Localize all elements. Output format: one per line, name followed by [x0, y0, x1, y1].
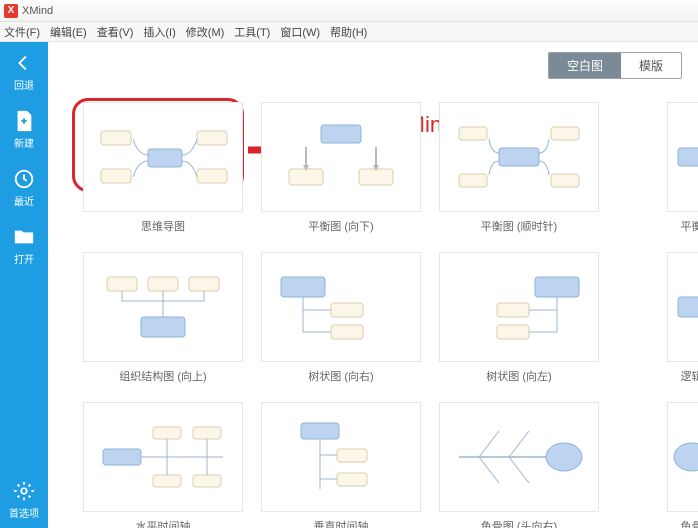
tree-left-icon: [449, 267, 589, 347]
template-label: 鱼骨图 (头向右): [481, 518, 557, 528]
sidebar-back-label: 回退: [14, 77, 34, 92]
template-cell-tree-right[interactable]: 树状图 (向右): [256, 252, 426, 402]
template-grid: 思维导图 平衡图 (向下): [78, 102, 698, 528]
template-label: 平衡图 (向下): [308, 218, 373, 234]
template-cell-htimeline[interactable]: 水平时间轴: [78, 402, 248, 528]
template-thumb: [667, 102, 698, 212]
template-label: 逻辑图: [681, 368, 698, 384]
sidebar-open-label: 打开: [14, 251, 34, 266]
template-thumb: [439, 102, 599, 212]
menu-help[interactable]: 帮助(H): [330, 24, 367, 40]
menu-window[interactable]: 窗口(W): [280, 24, 320, 40]
template-thumb: [261, 252, 421, 362]
balance-cw-icon: [449, 117, 589, 197]
sidebar: 回退 新建 最近 打开 首选项: [0, 42, 48, 528]
menu-bar: 文件(F) 编辑(E) 查看(V) 插入(I) 修改(M) 工具(T) 窗口(W…: [0, 22, 698, 42]
template-thumb: [261, 102, 421, 212]
menu-tools[interactable]: 工具(T): [234, 24, 270, 40]
balance-down-icon: [271, 117, 411, 197]
template-thumb: [83, 402, 243, 512]
template-label: 平衡图 (顺时针): [481, 218, 557, 234]
arrow-left-icon: [13, 52, 35, 74]
app-logo-icon: X: [4, 4, 18, 18]
template-thumb: [261, 402, 421, 512]
template-cell-tree-left[interactable]: 树状图 (向左): [434, 252, 604, 402]
tab-blank[interactable]: 空白图: [549, 53, 621, 78]
fishbone-icon: [672, 417, 698, 497]
sidebar-settings-label: 首选项: [9, 505, 39, 520]
template-cell-balance-down[interactable]: 平衡图 (向下): [256, 102, 426, 252]
template-label: 组织结构图 (向上): [119, 368, 206, 384]
sidebar-new-label: 新建: [14, 135, 34, 150]
template-thumb: [83, 252, 243, 362]
gear-icon: [13, 480, 35, 502]
balance-icon: [672, 117, 698, 197]
tab-template[interactable]: 模版: [621, 53, 681, 78]
template-cell-fishbone[interactable]: 鱼骨图: [612, 402, 698, 528]
template-label: 水平时间轴: [136, 518, 191, 528]
sidebar-open[interactable]: 打开: [13, 226, 35, 266]
template-label: 树状图 (向左): [486, 368, 551, 384]
main-panel: 空白图 模版 导出成XMind 2008工作 簿: [48, 42, 698, 528]
menu-view[interactable]: 查看(V): [97, 24, 134, 40]
template-label: 平衡图: [681, 218, 698, 234]
menu-insert[interactable]: 插入(I): [143, 24, 175, 40]
template-label: 垂直时间轴: [314, 518, 369, 528]
template-cell-vtimeline[interactable]: 垂直时间轴: [256, 402, 426, 528]
template-thumb: [439, 252, 599, 362]
sidebar-back[interactable]: 回退: [13, 52, 35, 92]
orgchart-up-icon: [93, 267, 233, 347]
template-cell-org-up[interactable]: 组织结构图 (向上): [78, 252, 248, 402]
menu-modify[interactable]: 修改(M): [186, 24, 225, 40]
sidebar-new[interactable]: 新建: [13, 110, 35, 150]
template-label: 树状图 (向右): [308, 368, 373, 384]
sidebar-recent-label: 最近: [14, 193, 34, 208]
template-label: 鱼骨图: [681, 518, 698, 528]
window-titlebar: X XMind: [0, 0, 698, 22]
template-cell-balance-cw[interactable]: 平衡图 (顺时针): [434, 102, 604, 252]
template-cell-mindmap[interactable]: 思维导图: [78, 102, 248, 252]
template-cell-balance[interactable]: 平衡图: [612, 102, 698, 252]
logic-icon: [672, 267, 698, 347]
app-title: XMind: [22, 5, 53, 17]
mindmap-icon: [93, 117, 233, 197]
file-plus-icon: [13, 110, 35, 132]
fishbone-right-icon: [449, 417, 589, 497]
template-thumb: [83, 102, 243, 212]
template-thumb: [439, 402, 599, 512]
template-label: 思维导图: [141, 218, 185, 234]
sidebar-settings[interactable]: 首选项: [9, 480, 39, 520]
template-thumb: [667, 252, 698, 362]
menu-edit[interactable]: 编辑(E): [50, 24, 87, 40]
folder-icon: [13, 226, 35, 248]
clock-icon: [13, 168, 35, 190]
sidebar-recent[interactable]: 最近: [13, 168, 35, 208]
menu-file[interactable]: 文件(F): [4, 24, 40, 40]
template-thumb: [667, 402, 698, 512]
vtimeline-icon: [271, 417, 411, 497]
htimeline-icon: [93, 417, 233, 497]
template-cell-logic[interactable]: 逻辑图: [612, 252, 698, 402]
tree-right-icon: [271, 267, 411, 347]
template-mode-tabs: 空白图 模版: [548, 52, 682, 79]
template-cell-fishbone-right[interactable]: 鱼骨图 (头向右): [434, 402, 604, 528]
